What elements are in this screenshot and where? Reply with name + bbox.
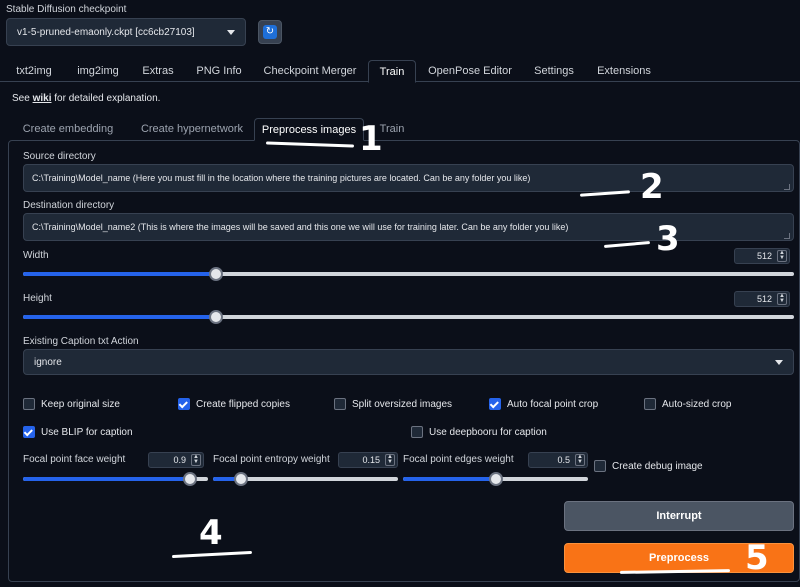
caption-action-label: Existing Caption txt Action xyxy=(23,336,139,347)
wiki-link[interactable]: wiki xyxy=(33,93,52,104)
focal-entropy-label: Focal point entropy weight xyxy=(213,454,330,465)
checkbox-auto-focal-point-crop[interactable]: Auto focal point crop xyxy=(489,398,598,410)
destination-directory-value: C:\Training\Model_name2 (This is where t… xyxy=(32,222,569,232)
height-slider-thumb[interactable] xyxy=(208,310,223,324)
focal-edges-label: Focal point edges weight xyxy=(403,454,514,465)
spinner-icon[interactable]: ▲ ▼ xyxy=(575,454,585,466)
spinner-icon[interactable]: ▲ ▼ xyxy=(191,454,201,466)
checkbox-box[interactable] xyxy=(644,398,656,410)
checkbox-box[interactable] xyxy=(178,398,190,410)
annotation-number: 4 xyxy=(199,513,223,553)
checkbox-label: Create flipped copies xyxy=(196,398,290,410)
focal-entropy-slider[interactable] xyxy=(213,472,398,486)
checkbox-box[interactable] xyxy=(489,398,501,410)
tab-train[interactable]: Train xyxy=(368,60,416,83)
checkbox-create-debug-image[interactable]: Create debug image xyxy=(594,460,703,472)
focal-entropy-number-input[interactable]: 0.15 ▲ ▼ xyxy=(338,452,398,468)
checkpoint-value: v1-5-pruned-emaonly.ckpt [cc6cb27103] xyxy=(17,26,195,38)
tab-img2img[interactable]: img2img xyxy=(68,60,128,82)
checkbox-label: Split oversized images xyxy=(352,398,453,410)
focal-face-number-input[interactable]: 0.9 ▲ ▼ xyxy=(148,452,204,468)
tab-settings[interactable]: Settings xyxy=(526,60,582,82)
checkbox-box[interactable] xyxy=(23,398,35,410)
source-directory-value: C:\Training\Model_name (Here you must fi… xyxy=(32,173,531,183)
focal-edges-slider[interactable] xyxy=(403,472,588,486)
chevron-down-icon xyxy=(227,29,235,35)
refresh-icon: ↻ xyxy=(263,25,277,39)
focal-edges-value: 0.5 xyxy=(557,455,570,465)
wiki-note-suffix: for detailed explanation. xyxy=(51,93,161,104)
tab-preprocess-images[interactable]: Preprocess images xyxy=(254,118,364,141)
checkbox-box[interactable] xyxy=(334,398,346,410)
caption-action-select[interactable]: ignore xyxy=(23,349,794,375)
focal-edges-slider-fill xyxy=(403,477,496,481)
wiki-note: See wiki for detailed explanation. xyxy=(12,93,160,104)
focal-edges-number-input[interactable]: 0.5 ▲ ▼ xyxy=(528,452,588,468)
tab-openpose-editor[interactable]: OpenPose Editor xyxy=(422,60,518,82)
resize-handle-icon[interactable] xyxy=(784,233,790,239)
checkbox-label: Auto-sized crop xyxy=(662,398,732,410)
width-slider[interactable] xyxy=(23,267,794,281)
width-number-input[interactable]: 512 ▲ ▼ xyxy=(734,248,790,264)
checkbox-box[interactable] xyxy=(594,460,606,472)
checkpoint-select[interactable]: v1-5-pruned-emaonly.ckpt [cc6cb27103] xyxy=(6,18,246,46)
interrupt-button[interactable]: Interrupt xyxy=(564,501,794,531)
refresh-checkpoint-button[interactable]: ↻ xyxy=(258,20,282,44)
focal-face-slider-fill xyxy=(23,477,190,481)
width-slider-thumb[interactable] xyxy=(208,267,223,281)
checkbox-box[interactable] xyxy=(23,426,35,438)
tab-extras[interactable]: Extras xyxy=(136,60,180,82)
height-value: 512 xyxy=(756,294,772,304)
annotation-number: 5 xyxy=(745,538,769,578)
focal-face-label: Focal point face weight xyxy=(23,454,126,465)
tab-create-embedding[interactable]: Create embedding xyxy=(16,118,120,141)
focal-entropy-value: 0.15 xyxy=(362,455,380,465)
height-slider-fill xyxy=(23,315,216,319)
checkpoint-label: Stable Diffusion checkpoint xyxy=(6,4,127,15)
checkbox-split-oversized[interactable]: Split oversized images xyxy=(334,398,452,410)
width-slider-fill xyxy=(23,272,216,276)
resize-handle-icon[interactable] xyxy=(784,184,790,190)
spinner-icon[interactable]: ▲ ▼ xyxy=(385,454,395,466)
focal-face-slider[interactable] xyxy=(23,472,208,486)
width-label: Width xyxy=(23,250,49,261)
checkbox-use-blip[interactable]: Use BLIP for caption xyxy=(23,426,133,438)
checkbox-label: Keep original size xyxy=(41,398,120,410)
tab-checkpoint-merger[interactable]: Checkpoint Merger xyxy=(258,60,362,82)
source-directory-label: Source directory xyxy=(23,151,96,162)
tab-create-hypernetwork[interactable]: Create hypernetwork xyxy=(130,118,254,141)
checkbox-box[interactable] xyxy=(411,426,423,438)
height-number-input[interactable]: 512 ▲ ▼ xyxy=(734,291,790,307)
checkbox-use-deepbooru[interactable]: Use deepbooru for caption xyxy=(411,426,547,438)
caption-action-value: ignore xyxy=(34,356,62,368)
focal-edges-slider-thumb[interactable] xyxy=(488,472,503,486)
tab-png-info[interactable]: PNG Info xyxy=(190,60,248,82)
focal-entropy-slider-thumb[interactable] xyxy=(233,472,248,486)
annotation-number: 2 xyxy=(640,167,664,207)
wiki-note-prefix: See xyxy=(12,93,33,104)
checkbox-label: Create debug image xyxy=(612,460,703,472)
focal-face-slider-thumb[interactable] xyxy=(182,472,197,486)
train-sub-tab-bar: Create embedding Create hypernetwork Pre… xyxy=(8,118,800,141)
checkbox-label: Use BLIP for caption xyxy=(41,426,133,438)
checkbox-label: Use deepbooru for caption xyxy=(429,426,547,438)
checkbox-create-flipped-copies[interactable]: Create flipped copies xyxy=(178,398,290,410)
focal-face-value: 0.9 xyxy=(173,455,186,465)
spinner-icon[interactable]: ▲ ▼ xyxy=(777,250,787,262)
checkbox-label: Auto focal point crop xyxy=(507,398,599,410)
checkbox-keep-original-size[interactable]: Keep original size xyxy=(23,398,120,410)
checkbox-auto-sized-crop[interactable]: Auto-sized crop xyxy=(644,398,731,410)
annotation-number: 1 xyxy=(359,119,383,159)
width-value: 512 xyxy=(756,251,772,261)
height-slider[interactable] xyxy=(23,310,794,324)
tab-extensions[interactable]: Extensions xyxy=(590,60,658,82)
source-directory-input[interactable]: C:\Training\Model_name (Here you must fi… xyxy=(23,164,794,192)
main-tab-bar: txt2img img2img Extras PNG Info Checkpoi… xyxy=(0,60,800,83)
tab-txt2img[interactable]: txt2img xyxy=(8,60,60,82)
height-label: Height xyxy=(23,293,52,304)
spinner-icon[interactable]: ▲ ▼ xyxy=(777,293,787,305)
chevron-down-icon xyxy=(775,359,783,365)
annotation-number: 3 xyxy=(656,219,680,259)
destination-directory-label: Destination directory xyxy=(23,200,115,211)
